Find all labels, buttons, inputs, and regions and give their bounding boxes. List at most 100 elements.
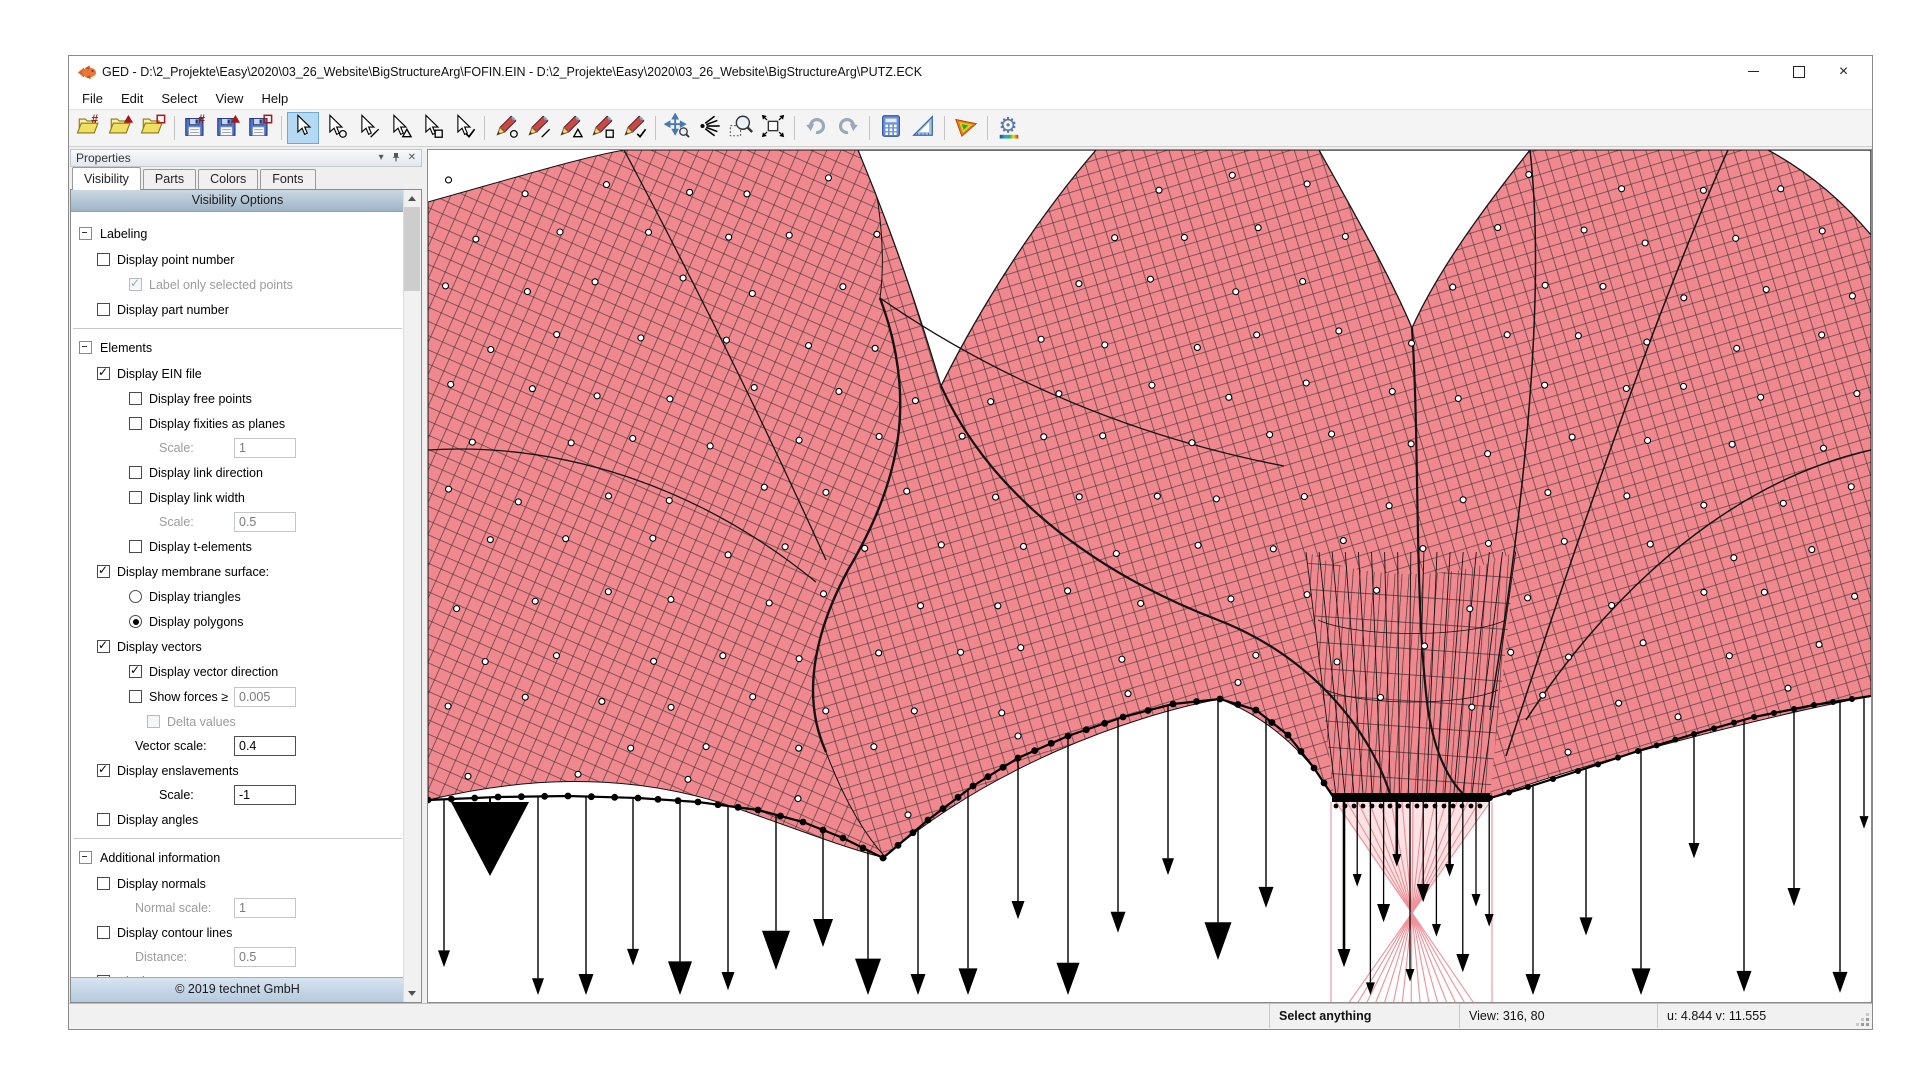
display-membrane-surface-checkbox[interactable] [97,565,110,578]
vector-scale-row: Vector scale: [71,734,404,758]
display-fixities-as-planes-checkbox[interactable] [129,417,142,430]
panel-body: Visibility Options LabelingDisplay point… [70,189,422,1003]
minimize-button[interactable] [1731,56,1776,87]
display-enslavements-checkbox[interactable] [97,764,110,777]
measure-button[interactable] [908,113,938,143]
display-link-direction-checkbox[interactable] [129,466,142,479]
select-quads-tool[interactable] [416,113,446,143]
menu-select[interactable]: Select [152,89,206,108]
cursor-sq-icon [418,113,444,144]
close-button[interactable]: × [1821,56,1866,87]
scrollbar-down-arrow[interactable] [404,985,420,1002]
force-display-button[interactable] [951,113,981,143]
additional-information-label: Additional information [100,851,220,865]
scale-input [234,438,296,458]
floppy-sq-icon [247,113,273,144]
display-link-width-checkbox[interactable] [129,491,142,504]
draw-triangles-tool[interactable] [555,113,585,143]
select-points-tool[interactable] [320,113,350,143]
pan-view-tool[interactable] [662,113,692,143]
display-triangles-row: Display triangles [71,584,404,609]
title-bar[interactable]: GED - D:\2_Projekte\Easy\2020\03_26_Webs… [69,56,1872,87]
calculator-button[interactable] [876,113,906,143]
maximize-button[interactable] [1776,56,1821,87]
open-square-file[interactable] [138,113,168,143]
select-tool[interactable] [288,113,318,143]
draw-apply-tool[interactable] [619,113,649,143]
main-area: Properties ▾ ✕ VisibilityPartsColorsFont… [69,147,1872,1003]
vector-scale-input[interactable] [234,736,296,756]
pencil-slash-icon [525,113,551,144]
folder-hash-icon: # [76,113,102,144]
display-normals-checkbox[interactable] [97,877,110,890]
display-part-number-label: Display part number [117,303,229,317]
display-fixities-as-planes-label: Display fixities as planes [149,417,285,431]
scrollbar-up-arrow[interactable] [404,190,420,207]
floppy-tri-icon [215,113,241,144]
viewport[interactable] [427,149,1872,1003]
tab-fonts[interactable]: Fonts [260,169,315,189]
resize-grip[interactable] [1866,1023,1869,1026]
open-triangle-file[interactable] [106,113,136,143]
panel-menu-chevron-icon[interactable]: ▾ [379,153,384,163]
display-t-elements-label: Display t-elements [149,540,252,554]
menu-edit[interactable]: Edit [112,89,152,108]
display-part-number-checkbox[interactable] [97,303,110,316]
settings-button[interactable]: ⚙ [994,113,1024,143]
tab-visibility[interactable]: Visibility [72,167,141,190]
menu-view[interactable]: View [207,89,253,108]
save-triangle-file[interactable] [213,113,243,143]
open-ein-file[interactable]: # [74,113,104,143]
display-membrane-surface-row: Display membrane surface: [71,559,404,584]
collapse-toggle-icon[interactable] [79,341,92,354]
scrollbar-thumb[interactable] [404,207,420,291]
display-ein-file-checkbox[interactable] [97,367,110,380]
menu-file[interactable]: File [73,89,112,108]
draw-points-tool[interactable] [491,113,521,143]
status-hint: Select anything [1269,1004,1459,1028]
display-triangles-radio[interactable] [129,590,142,603]
zoom-extents-tool[interactable] [758,113,788,143]
display-polygons-radio[interactable] [129,615,142,628]
display-vectors-checkbox[interactable] [97,640,110,653]
display-enslavements-label: Display enslavements [117,764,239,778]
display-vector-direction-checkbox[interactable] [129,665,142,678]
cursor-icon [290,113,316,144]
select-triangles-tool[interactable] [384,113,414,143]
save-ein-file[interactable]: # [181,113,211,143]
display-ein-file-row: Display EIN file [71,361,404,386]
display-checkbox[interactable] [97,975,110,977]
labeling-row: Labeling [71,220,404,247]
display-angles-checkbox[interactable] [97,813,110,826]
display-free-points-checkbox[interactable] [129,392,142,405]
status-bar: Select anything View: 316, 80 u: 4.844 v… [69,1003,1872,1029]
show-forces-checkbox[interactable] [129,690,142,703]
save-square-file[interactable] [245,113,275,143]
select-lines-tool[interactable] [352,113,382,143]
draw-lines-tool[interactable] [523,113,553,143]
tab-colors[interactable]: Colors [198,169,258,189]
panel-pin-icon[interactable] [391,152,401,165]
collapse-toggle-icon[interactable] [79,851,92,864]
menu-help[interactable]: Help [252,89,297,108]
display-vector-direction-row: Display vector direction [71,659,404,684]
display-point-number-checkbox[interactable] [97,253,110,266]
draw-quads-tool[interactable] [587,113,617,143]
display-contour-lines-checkbox[interactable] [97,926,110,939]
collapse-toggle-icon[interactable] [79,227,92,240]
display-normals-label: Display normals [117,877,206,891]
membrane-scene[interactable] [428,150,1871,1003]
tab-parts[interactable]: Parts [143,169,196,189]
select-apply-tool[interactable] [448,113,478,143]
zoom-dynamic-tool[interactable] [694,113,724,143]
redo-button[interactable] [833,113,863,143]
undo-button[interactable] [801,113,831,143]
folder-sq-icon [140,113,166,144]
zoom-window-tool[interactable] [726,113,756,143]
display-t-elements-checkbox[interactable] [129,540,142,553]
forceview-icon [953,113,979,144]
properties-panel-header[interactable]: Properties ▾ ✕ [70,149,422,167]
scale-input[interactable] [234,785,296,805]
panel-close-icon[interactable]: ✕ [408,153,416,163]
panel-scrollbar[interactable] [403,190,421,1002]
